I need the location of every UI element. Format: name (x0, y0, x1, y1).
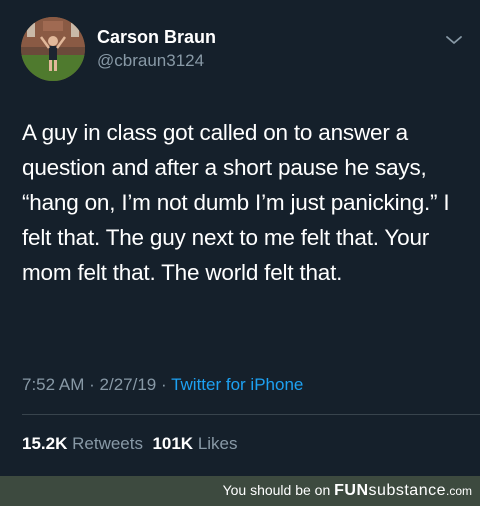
meta-separator: · (160, 375, 167, 394)
retweets-stat[interactable]: 15.2K Retweets (22, 434, 143, 453)
tweet-meta: 7:52 AM · 2/27/19 · Twitter for iPhone (22, 375, 303, 395)
tweet-text: A guy in class got called on to answer a… (22, 120, 450, 285)
watermark-brand-fun: FUN (334, 482, 369, 499)
tweet-source-link[interactable]: Twitter for iPhone (171, 375, 303, 394)
avatar[interactable] (21, 17, 85, 81)
retweets-label: Retweets (72, 434, 143, 453)
watermark-brand-tld: .com (445, 484, 472, 498)
tweet-stats: 15.2K Retweets 101K Likes (22, 434, 238, 454)
watermark-text: You should be on FUNsubstance.com (223, 482, 472, 500)
likes-stat[interactable]: 101K Likes (152, 434, 237, 453)
tweet-date[interactable]: 2/27/19 (100, 375, 157, 394)
tweet-card: Carson Braun @cbraun3124 A guy in class … (0, 0, 480, 476)
tweet-time[interactable]: 7:52 AM (22, 375, 84, 394)
likes-label: Likes (197, 434, 238, 453)
meta-separator: · (89, 375, 95, 394)
watermark-prefix: You should be on (222, 482, 335, 498)
user-handle[interactable]: @cbraun3124 (97, 51, 204, 71)
divider (22, 414, 480, 415)
watermark-banner: You should be on FUNsubstance.com (0, 476, 480, 506)
likes-count: 101K (152, 434, 194, 453)
display-name[interactable]: Carson Braun (97, 27, 216, 48)
avatar-photo (21, 17, 85, 81)
watermark-brand-substance: substance (368, 482, 446, 499)
retweets-count: 15.2K (22, 434, 68, 453)
chevron-down-icon[interactable] (444, 30, 464, 50)
